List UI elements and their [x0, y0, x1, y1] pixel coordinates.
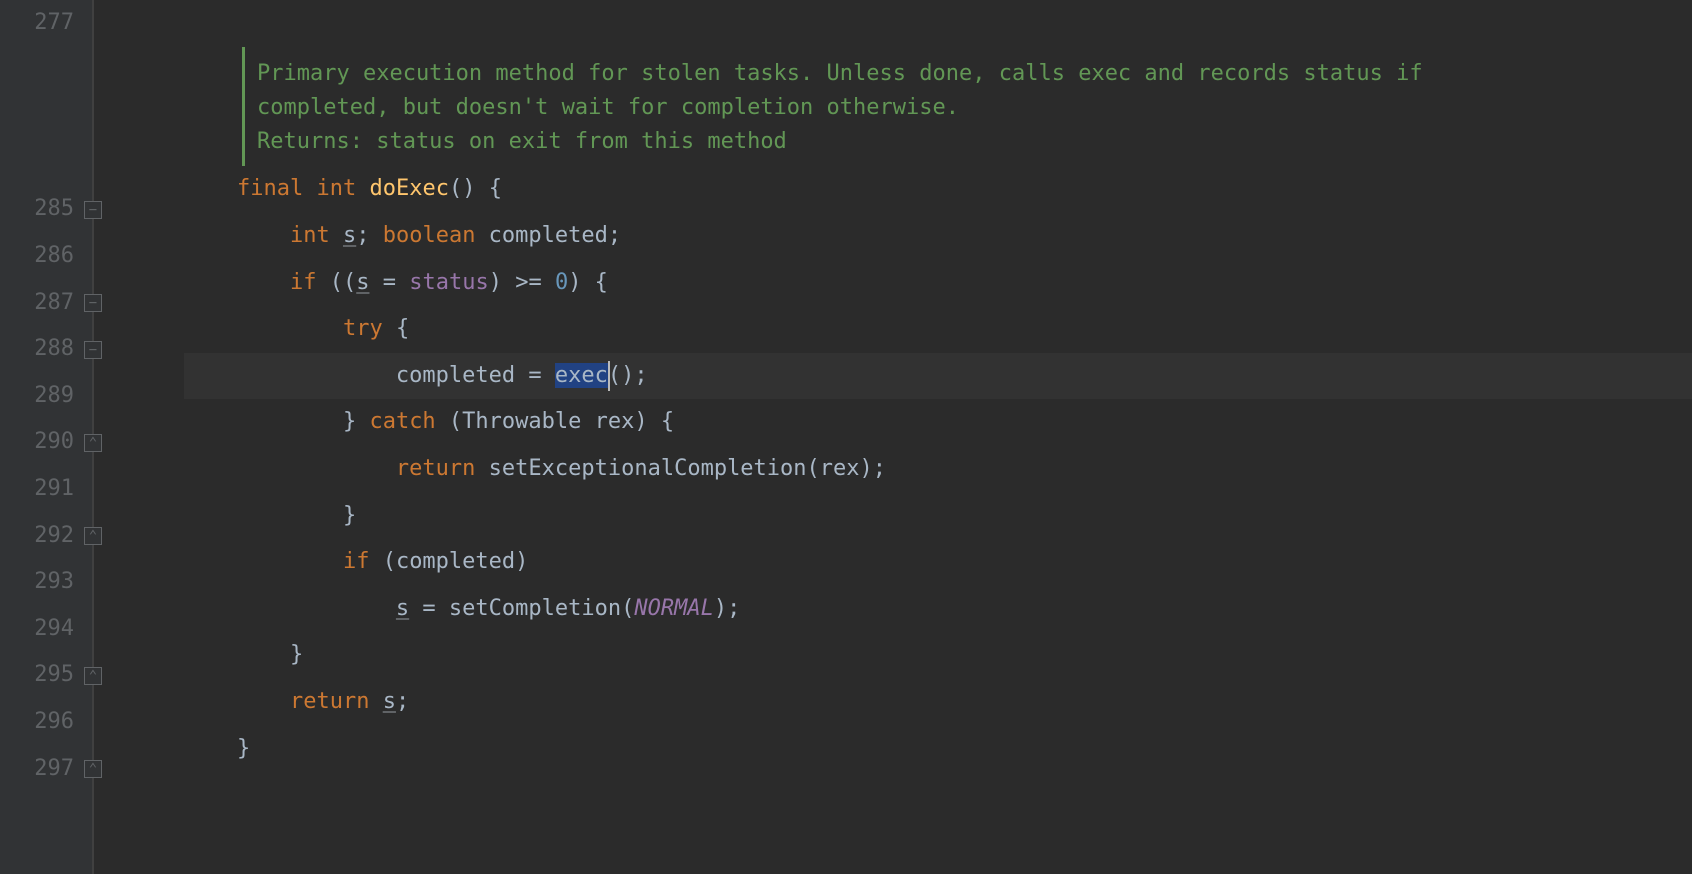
- code-line[interactable]: return setExceptionalCompletion(rex);: [184, 446, 1692, 493]
- keyword-if: if: [290, 270, 317, 295]
- method-call: setExceptionalCompletion(rex);: [475, 456, 886, 481]
- fold-strip: −−−⌃⌃⌃⌃: [92, 0, 184, 874]
- line-number: 297: [0, 746, 92, 793]
- line-number: 286: [0, 233, 92, 280]
- code-text: () {: [449, 176, 502, 201]
- fold-toggle-icon[interactable]: −: [84, 341, 102, 359]
- code-editor: 277 285 286 287 288 289 290 291 292 293 …: [0, 0, 1692, 874]
- keyword-try: try: [343, 316, 383, 341]
- line-number: 294: [0, 606, 92, 653]
- constant-normal: NORMAL: [634, 596, 713, 621]
- doc-text: Primary execution method for stolen task…: [257, 57, 1692, 91]
- fold-toggle-icon[interactable]: −: [84, 201, 102, 219]
- field-status: status: [409, 270, 488, 295]
- fold-toggle-icon[interactable]: ⌃: [84, 667, 102, 685]
- code-line[interactable]: [184, 0, 1692, 47]
- code-line[interactable]: s = setCompletion(NORMAL);: [184, 586, 1692, 633]
- var-s: s: [396, 596, 409, 621]
- code-line[interactable]: }: [184, 632, 1692, 679]
- javadoc-block: Primary execution method for stolen task…: [242, 47, 1692, 167]
- keyword-int: int: [316, 176, 356, 201]
- code-line[interactable]: } catch (Throwable rex) {: [184, 399, 1692, 446]
- keyword-return: return: [396, 456, 475, 481]
- line-number-gutter: 277 285 286 287 288 289 290 291 292 293 …: [0, 0, 92, 874]
- line-number: 277: [0, 0, 92, 47]
- code-line-current[interactable]: completed = exec();: [184, 353, 1692, 400]
- code-line[interactable]: }: [184, 726, 1692, 773]
- fold-toggle-icon[interactable]: ⌃: [84, 527, 102, 545]
- line-number: 289: [0, 373, 92, 420]
- code-line[interactable]: int s; boolean completed;: [184, 213, 1692, 260]
- keyword-final: final: [237, 176, 303, 201]
- code-line[interactable]: if (completed): [184, 539, 1692, 586]
- code-line[interactable]: final int doExec() {: [184, 166, 1692, 213]
- line-number: 288: [0, 326, 92, 373]
- fold-toggle-icon[interactable]: −: [84, 294, 102, 312]
- line-number: 285: [0, 186, 92, 233]
- code-line[interactable]: return s;: [184, 679, 1692, 726]
- var-s: s: [383, 689, 396, 714]
- code-line[interactable]: }: [184, 493, 1692, 540]
- selection-exec: exec: [555, 363, 608, 388]
- number-literal: 0: [555, 270, 568, 295]
- line-number: [0, 93, 92, 140]
- code-area[interactable]: Primary execution method for stolen task…: [184, 0, 1692, 874]
- method-name: doExec: [369, 176, 448, 201]
- code-line[interactable]: if ((s = status) >= 0) {: [184, 260, 1692, 307]
- var-completed: completed;: [475, 223, 621, 248]
- line-number: 296: [0, 699, 92, 746]
- line-number: 292: [0, 513, 92, 560]
- line-number: 293: [0, 559, 92, 606]
- var-s: s: [356, 270, 369, 295]
- fold-toggle-icon[interactable]: ⌃: [84, 434, 102, 452]
- line-number: 295: [0, 652, 92, 699]
- text-caret: [608, 361, 610, 391]
- doc-text: completed, but doesn't wait for completi…: [257, 91, 1692, 125]
- keyword-if: if: [343, 549, 370, 574]
- doc-text: Returns: status on exit from this method: [257, 125, 1692, 159]
- line-number: 291: [0, 466, 92, 513]
- code-line[interactable]: try {: [184, 306, 1692, 353]
- keyword-int: int: [290, 223, 330, 248]
- line-number: 287: [0, 280, 92, 327]
- var-s: s: [343, 223, 356, 248]
- line-number: 290: [0, 419, 92, 466]
- keyword-return: return: [290, 689, 369, 714]
- line-number: [0, 140, 92, 187]
- keyword-catch: catch: [369, 409, 435, 434]
- line-number: [0, 47, 92, 94]
- fold-toggle-icon[interactable]: ⌃: [84, 760, 102, 778]
- keyword-boolean: boolean: [383, 223, 476, 248]
